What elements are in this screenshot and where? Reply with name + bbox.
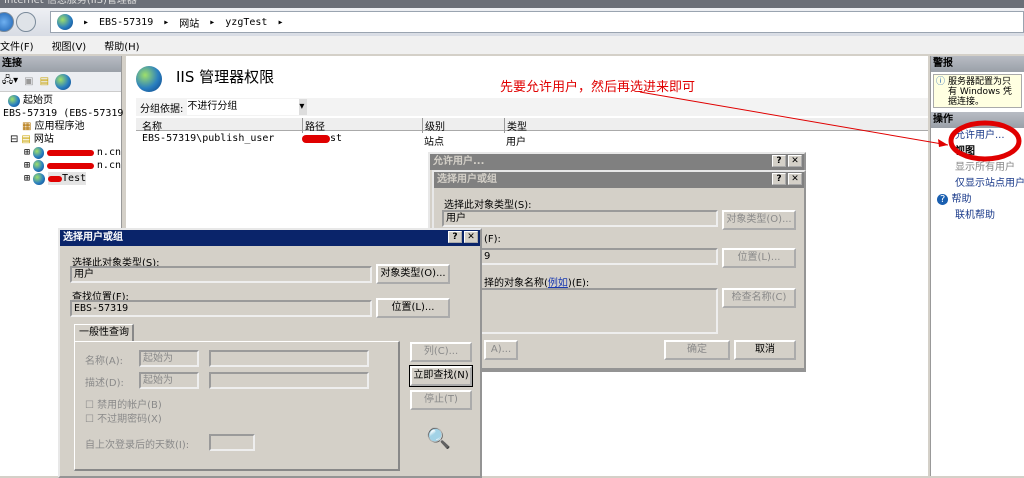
find-now-button[interactable]: 立即查找(N) [409, 365, 473, 387]
type-field: 用户 [442, 210, 718, 227]
name-input[interactable] [209, 350, 369, 367]
locations-button[interactable]: 位置(L)... [722, 248, 796, 268]
annotation-circle [948, 120, 1022, 162]
days-select[interactable] [209, 434, 255, 451]
close-button[interactable]: ✕ [788, 155, 802, 167]
stop-button[interactable]: 停止(T) [410, 390, 472, 410]
advanced-button[interactable]: A)... [484, 340, 518, 360]
tab-common-queries[interactable]: 一般性查询 [74, 324, 134, 342]
names-input[interactable] [442, 288, 718, 334]
locations-button[interactable]: 位置(L)... [376, 298, 450, 318]
arrow-head [938, 139, 948, 147]
help-button[interactable]: ? [772, 173, 786, 185]
close-button[interactable]: ✕ [788, 173, 802, 185]
search-magnifier-icon: 🔍 [426, 426, 451, 450]
ok-button[interactable]: 确定 [664, 340, 730, 360]
nonexpiring-checkbox[interactable]: ☐ 不过期密码(X) [85, 410, 162, 425]
name-select[interactable]: 起始为 [139, 350, 199, 367]
annotation-arrow [639, 91, 949, 146]
select-user-dialog-back: 选择用户或组? ✕ 选择此对象类型(S): 用户 对象类型(O)... (F): … [432, 170, 806, 370]
object-types-button[interactable]: 对象类型(O)... [722, 210, 796, 230]
help-button[interactable]: ? [448, 231, 462, 243]
disabled-accounts-checkbox[interactable]: ☐ 禁用的帐户(B) [85, 396, 162, 411]
select-user-dialog-front: 选择用户或组? ✕ 选择此对象类型(S): 用户 对象类型(O)... 查找位置(… [58, 228, 482, 478]
columns-button[interactable]: 列(C)... [410, 342, 472, 362]
type-label: 选择此对象类型(S): [444, 200, 532, 211]
check-names-button[interactable]: 检查名称(C) [722, 288, 796, 308]
dialog-title: 允许用户... [433, 156, 485, 167]
object-types-button[interactable]: 对象类型(O)... [376, 264, 450, 284]
location-field: 9 [442, 248, 718, 265]
close-button[interactable]: ✕ [464, 231, 478, 243]
dialog-title: 选择用户或组 [63, 232, 123, 243]
desc-input[interactable] [209, 372, 369, 389]
query-panel: 名称(A): 起始为 描述(D): 起始为 ☐ 禁用的帐户(B) ☐ 不过期密码… [74, 341, 400, 471]
dialog-title: 选择用户或组 [437, 174, 497, 185]
type-field: 用户 [70, 266, 372, 283]
desc-select[interactable]: 起始为 [139, 372, 199, 389]
cancel-button[interactable]: 取消 [734, 340, 796, 360]
location-field: EBS-57319 [70, 300, 372, 317]
help-button[interactable]: ? [772, 155, 786, 167]
